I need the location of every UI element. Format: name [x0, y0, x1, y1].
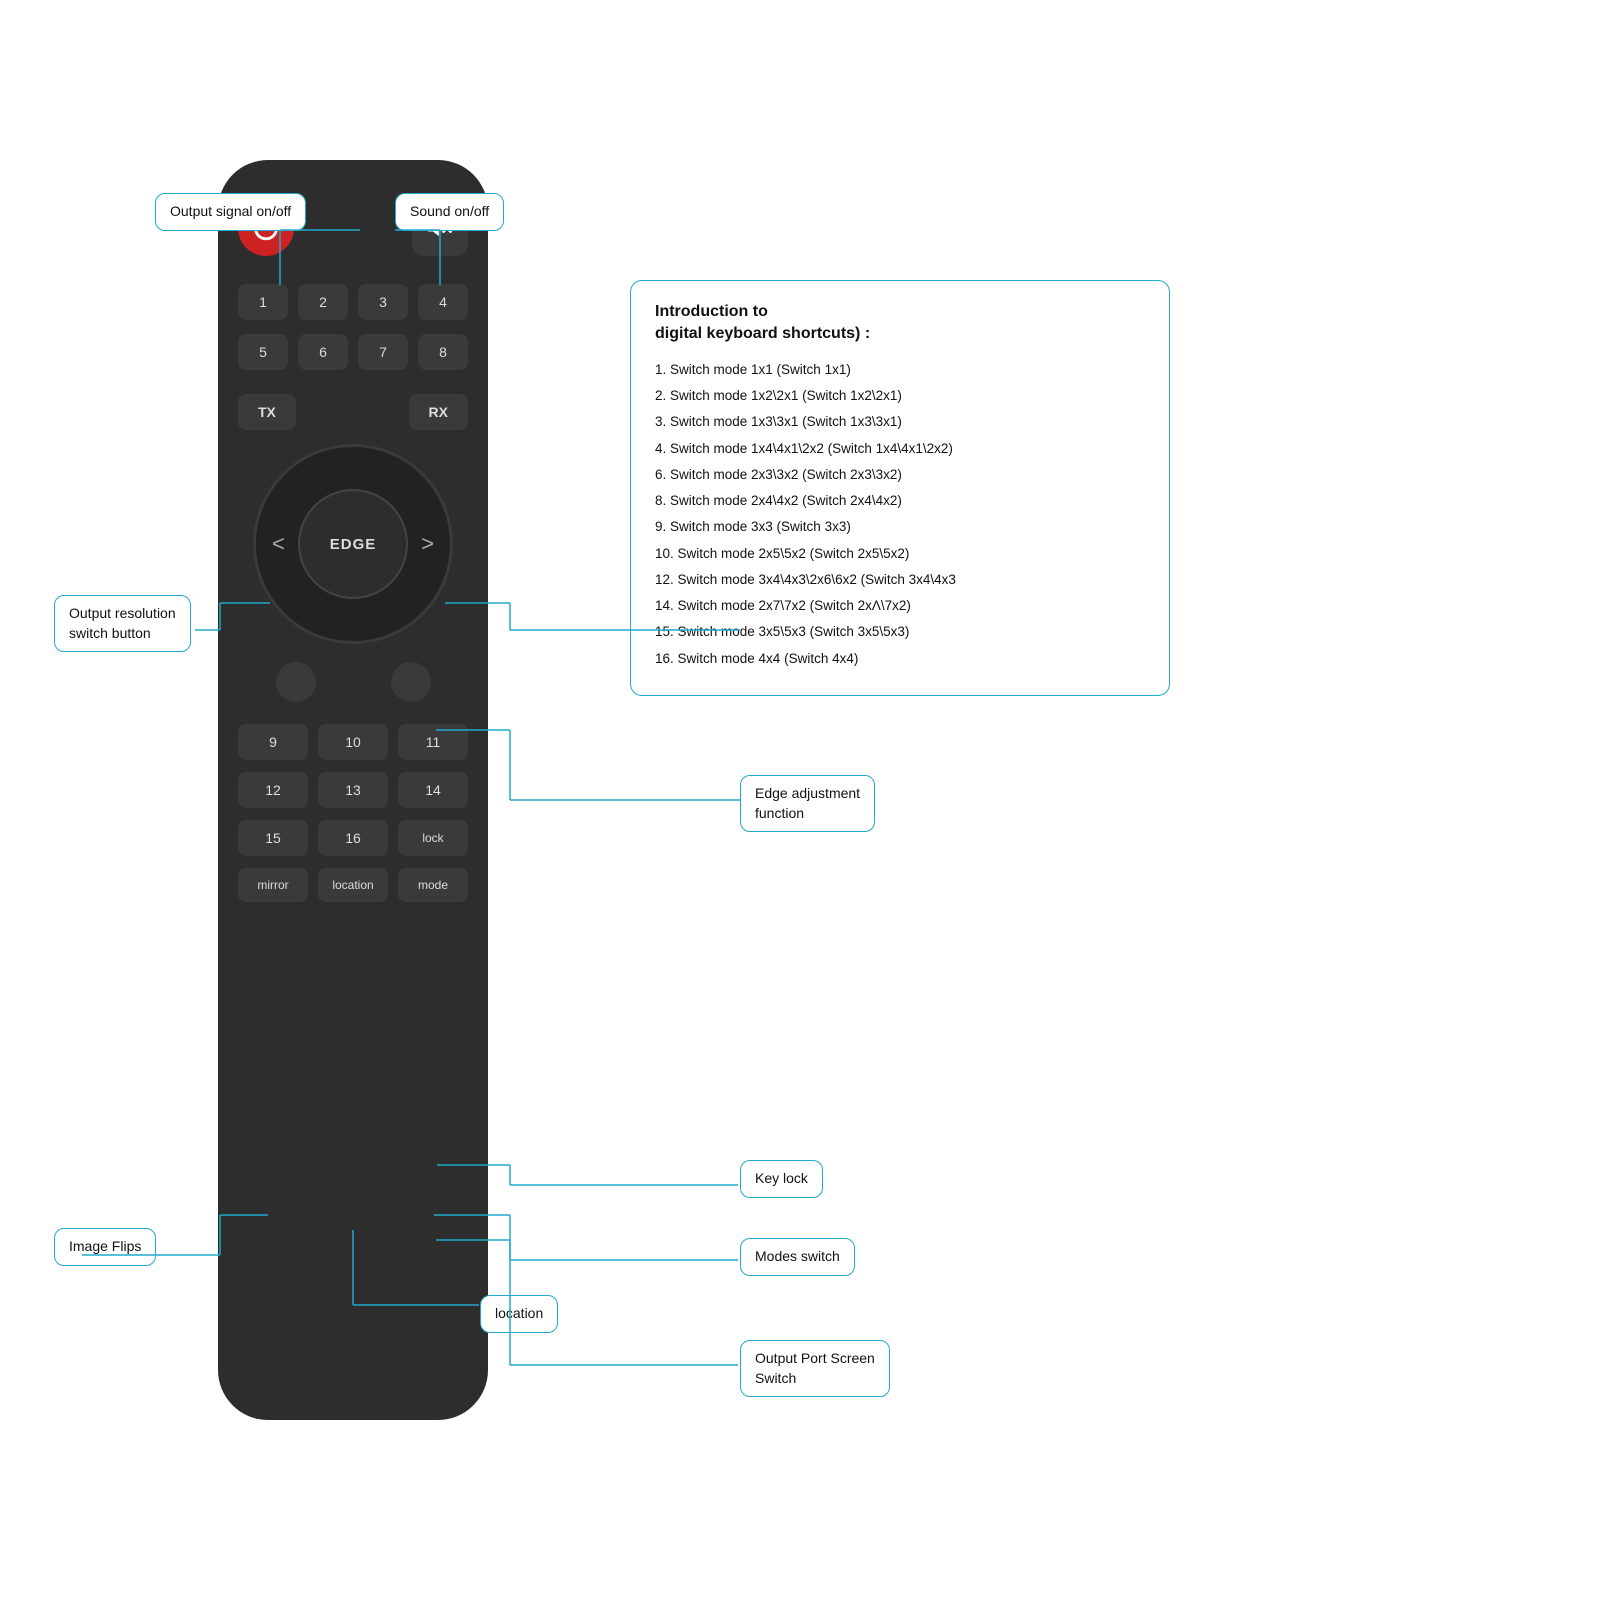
- num-btn-6[interactable]: 6: [298, 334, 348, 370]
- num-btn-13[interactable]: 13: [318, 772, 388, 808]
- num-grid-4: 12 13 14: [238, 772, 468, 808]
- num-btn-5[interactable]: 5: [238, 334, 288, 370]
- edge-controller[interactable]: < EDGE >: [253, 444, 453, 644]
- shortcut-4: 4. Switch mode 1x4\4x1\2x2 (Switch 1x4\4…: [655, 439, 1145, 459]
- lock-button[interactable]: lock: [398, 820, 468, 856]
- num-btn-8[interactable]: 8: [418, 334, 468, 370]
- num-btn-12[interactable]: 12: [238, 772, 308, 808]
- output-port-callout: Output Port ScreenSwitch: [740, 1340, 890, 1397]
- shortcut-8: 8. Switch mode 2x4\4x2 (Switch 2x4\4x2): [655, 491, 1145, 511]
- num-btn-3[interactable]: 3: [358, 284, 408, 320]
- rx-button[interactable]: RX: [409, 394, 468, 430]
- func-row: mirror location mode: [238, 868, 468, 902]
- shortcut-3: 3. Switch mode 1x3\3x1 (Switch 1x3\3x1): [655, 412, 1145, 432]
- mirror-button[interactable]: mirror: [238, 868, 308, 902]
- output-signal-callout: Output signal on/off: [155, 193, 306, 231]
- shortcut-14: 14. Switch mode 2x7\7x2 (Switch 2xΛ\7x2): [655, 596, 1145, 616]
- edge-label: EDGE: [330, 536, 377, 553]
- num-grid-1: 1 2 3 4: [238, 284, 468, 320]
- location-button[interactable]: location: [318, 868, 388, 902]
- shortcut-16: 16. Switch mode 4x4 (Switch 4x4): [655, 649, 1145, 669]
- shortcut-1: 1. Switch mode 1x1 (Switch 1x1): [655, 360, 1145, 380]
- side-dot-right: [391, 662, 431, 702]
- num-grid-2: 5 6 7 8: [238, 334, 468, 370]
- key-lock-callout: Key lock: [740, 1160, 823, 1198]
- image-flips-callout: Image Flips: [54, 1228, 156, 1266]
- num-grid-3: 9 10 11: [238, 724, 468, 760]
- location-callout: location: [480, 1295, 558, 1333]
- mode-button[interactable]: mode: [398, 868, 468, 902]
- num-btn-4[interactable]: 4: [418, 284, 468, 320]
- num-btn-14[interactable]: 14: [398, 772, 468, 808]
- edge-inner: EDGE: [298, 489, 408, 599]
- lock-row: 15 16 lock: [238, 820, 468, 856]
- tx-rx-row: TX RX: [238, 394, 468, 430]
- num-btn-15[interactable]: 15: [238, 820, 308, 856]
- shortcut-6: 6. Switch mode 2x3\3x2 (Switch 2x3\3x2): [655, 465, 1145, 485]
- shortcut-10: 10. Switch mode 2x5\5x2 (Switch 2x5\5x2): [655, 544, 1145, 564]
- remote-control: 1 2 3 4 5 6 7 8 TX RX < EDGE > 9 10 11 1…: [218, 160, 488, 1420]
- side-dot-left: [276, 662, 316, 702]
- shortcuts-title: Introduction todigital keyboard shortcut…: [655, 301, 1145, 346]
- shortcut-15: 15. Switch mode 3x5\5x3 (Switch 3x5\5x3): [655, 622, 1145, 642]
- edge-arrow-right[interactable]: >: [421, 531, 434, 557]
- modes-switch-callout: Modes switch: [740, 1238, 855, 1276]
- edge-adjustment-callout: Edge adjustmentfunction: [740, 775, 875, 832]
- num-btn-2[interactable]: 2: [298, 284, 348, 320]
- shortcuts-box: Introduction todigital keyboard shortcut…: [630, 280, 1170, 696]
- shortcut-9: 9. Switch mode 3x3 (Switch 3x3): [655, 517, 1145, 537]
- edge-arrow-left[interactable]: <: [272, 531, 285, 557]
- num-btn-1[interactable]: 1: [238, 284, 288, 320]
- sound-callout: Sound on/off: [395, 193, 504, 231]
- num-btn-9[interactable]: 9: [238, 724, 308, 760]
- output-resolution-callout: Output resolutionswitch button: [54, 595, 191, 652]
- num-btn-7[interactable]: 7: [358, 334, 408, 370]
- num-btn-11[interactable]: 11: [398, 724, 468, 760]
- tx-button[interactable]: TX: [238, 394, 296, 430]
- shortcut-2: 2. Switch mode 1x2\2x1 (Switch 1x2\2x1): [655, 386, 1145, 406]
- shortcut-12: 12. Switch mode 3x4\4x3\2x6\6x2 (Switch …: [655, 570, 1145, 590]
- num-btn-10[interactable]: 10: [318, 724, 388, 760]
- side-dots-row: [238, 662, 468, 702]
- num-btn-16[interactable]: 16: [318, 820, 388, 856]
